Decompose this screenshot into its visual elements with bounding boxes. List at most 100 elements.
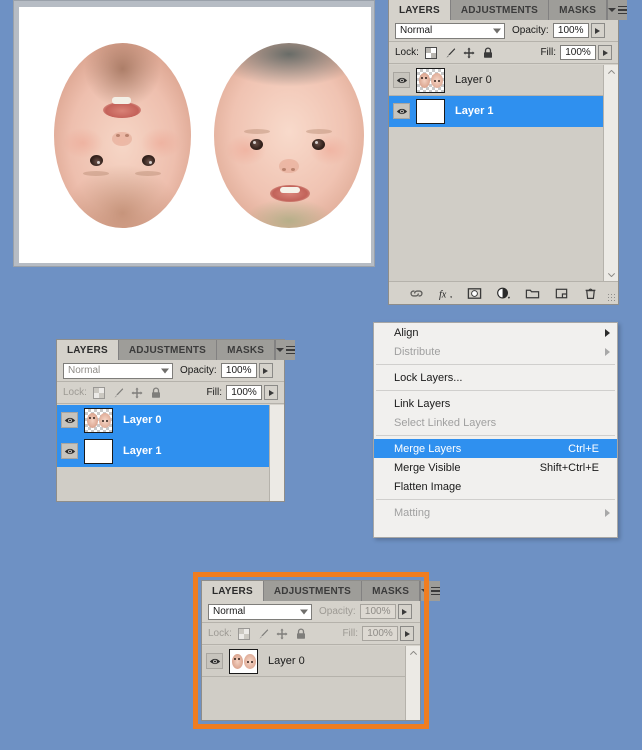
menu-item-label: Merge Layers [394,442,462,455]
layer-name[interactable]: Layer 1 [123,445,162,457]
menu-item-label: Flatten Image [394,480,462,493]
opacity-input[interactable]: 100% [552,23,589,38]
blend-mode-value: Normal [68,365,101,376]
panel-tabbar: LAYERS ADJUSTMENTS MASKS [389,0,628,20]
panel-menu-icon[interactable] [276,340,296,360]
lock-image-pixels-icon[interactable] [112,387,124,399]
add-layer-mask-icon[interactable] [467,286,482,301]
lock-all-icon[interactable] [482,46,494,59]
layer-name[interactable]: Layer 0 [123,414,162,426]
menu-item-label: Align [394,326,419,339]
layer-name[interactable]: Layer 1 [455,105,494,117]
lock-label: Lock: [63,387,87,398]
menu-item-label: Matting [394,506,431,519]
fill-label: Fill: [206,387,222,398]
eye-icon [396,77,407,83]
table-row[interactable]: Layer 0 [57,405,284,436]
opacity-input[interactable]: 100% [220,363,257,378]
blend-mode-select[interactable]: Normal [63,362,173,379]
panel-resize-grip[interactable] [607,293,615,301]
menu-item-label: Select Linked Layers [394,416,497,429]
layers-scrollbar[interactable] [603,65,618,282]
svg-text:fx: fx [439,289,447,300]
new-layer-icon[interactable] [554,286,569,301]
table-row[interactable]: Layer 1 [389,96,618,127]
layers-context-menu[interactable]: Align Distribute Lock Layers... Link Lay… [373,322,618,538]
tab-adjustments[interactable]: ADJUSTMENTS [450,0,550,20]
blend-mode-select[interactable]: Normal [395,22,505,39]
fill-input[interactable]: 100% [560,45,596,60]
layer-visibility-toggle[interactable] [389,103,414,119]
tab-masks[interactable]: MASKS [549,0,608,20]
fill-stepper[interactable] [264,385,278,400]
lock-image-pixels-icon[interactable] [444,47,456,59]
opacity-stepper[interactable] [590,23,605,38]
lock-transparency-icon[interactable] [424,46,437,59]
delete-layer-icon[interactable] [583,286,598,301]
menu-item-merge-visible[interactable]: Merge Visible Shift+Ctrl+E [374,458,617,477]
layer-thumbnail[interactable] [416,98,445,124]
layers-scrollbar[interactable] [269,405,284,501]
opacity-stepper[interactable] [258,363,273,378]
panel-menu-icon[interactable] [608,0,628,20]
chevron-down-icon [493,28,501,33]
eye-icon [64,448,75,454]
layers-list[interactable]: Layer 0 Layer 1 [389,65,618,282]
chevron-right-icon [605,328,610,337]
scroll-up-icon[interactable] [604,65,618,79]
tab-layers[interactable]: LAYERS [57,340,119,360]
menu-item-flatten-image[interactable]: Flatten Image [374,477,617,496]
baby-face-flipped [54,43,191,228]
blend-mode-value: Normal [400,25,433,36]
link-layers-icon[interactable] [409,286,424,301]
menu-item-align[interactable]: Align [374,323,617,342]
document-window [13,0,375,267]
menu-item-lock-layers[interactable]: Lock Layers... [374,368,617,387]
menu-item-select-linked-layers[interactable]: Select Linked Layers [374,413,617,432]
layer-thumbnail[interactable] [416,67,445,93]
fill-input[interactable]: 100% [226,385,262,400]
new-adjustment-layer-icon[interactable] [496,286,511,301]
table-row[interactable]: Layer 0 [389,65,618,96]
menu-item-shortcut: Shift+Ctrl+E [539,461,599,474]
layers-list[interactable]: Layer 0 Layer 1 [57,405,284,501]
chevron-down-icon [161,368,169,373]
panel-tabbar: LAYERS ADJUSTMENTS MASKS [57,340,296,360]
lock-position-icon[interactable] [463,47,475,59]
layer-visibility-toggle[interactable] [389,72,414,88]
menu-item-merge-layers[interactable]: Merge Layers Ctrl+E [374,439,617,458]
table-row[interactable]: Layer 1 [57,436,284,467]
image-canvas[interactable] [19,7,371,263]
layers-panel-middle: LAYERS ADJUSTMENTS MASKS Normal Opacity:… [56,339,296,502]
menu-item-shortcut: Ctrl+E [568,442,599,455]
layer-visibility-toggle[interactable] [57,443,82,459]
menu-item-label: Link Layers [394,397,451,410]
menu-item-label: Distribute [394,345,441,358]
tab-adjustments[interactable]: ADJUSTMENTS [118,340,218,360]
tab-masks[interactable]: MASKS [217,340,276,360]
lock-label: Lock: [395,47,419,58]
opacity-label: Opacity: [180,365,217,376]
new-group-icon[interactable] [525,286,540,301]
layer-thumbnail[interactable] [84,407,113,433]
menu-item-link-layers[interactable]: Link Layers [374,394,617,413]
eye-icon [396,108,407,114]
layer-style-fx-icon[interactable]: fx [438,286,453,301]
menu-item-distribute[interactable]: Distribute [374,342,617,361]
lock-all-icon[interactable] [150,386,162,399]
layer-thumbnail[interactable] [84,438,113,464]
layer-visibility-toggle[interactable] [57,412,82,428]
fill-stepper[interactable] [598,45,612,60]
lock-fill-row: Lock: Fill: 100% [389,42,618,64]
lock-position-icon[interactable] [131,387,143,399]
layer-name[interactable]: Layer 0 [455,74,492,86]
menu-item-matting[interactable]: Matting [374,503,617,522]
layers-panel-top: LAYERS ADJUSTMENTS MASKS Normal Opacity:… [388,0,628,305]
menu-separator [376,499,615,500]
opacity-label: Opacity: [512,25,549,36]
layers-panel-toolbar: fx [389,281,618,304]
tab-layers[interactable]: LAYERS [389,0,451,20]
menu-separator [376,390,615,391]
lock-transparency-icon[interactable] [92,386,105,399]
scroll-down-icon[interactable] [604,268,618,282]
